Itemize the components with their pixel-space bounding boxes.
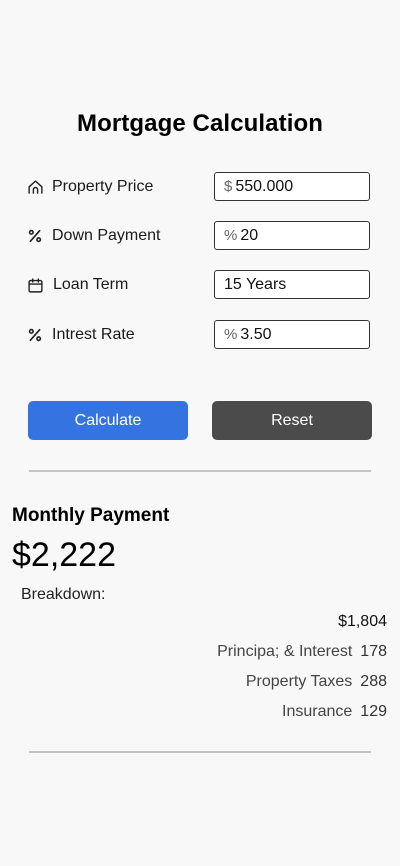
- down-payment-input[interactable]: % 20: [214, 221, 370, 250]
- calendar-icon: [26, 276, 44, 294]
- field-row-down-payment: Down Payment % 20: [0, 221, 400, 253]
- breakdown-label: Breakdown:: [21, 586, 106, 603]
- interest-rate-label: Intrest Rate: [52, 326, 135, 343]
- breakdown-item: Insurance 129: [282, 703, 387, 721]
- divider: [29, 751, 371, 753]
- home-icon: [26, 178, 44, 196]
- monthly-payment-label: Monthly Payment: [12, 505, 170, 526]
- breakdown-item-label: Principa; & Interest: [217, 643, 353, 660]
- calculate-button[interactable]: Calculate: [28, 401, 188, 440]
- property-price-input[interactable]: $ 550.000: [214, 172, 370, 201]
- down-payment-value: 20: [240, 226, 259, 244]
- page-title: Mortgage Calculation: [76, 110, 324, 137]
- percent-prefix: %: [224, 227, 238, 244]
- field-row-loan-term: Loan Term 15 Years: [0, 270, 400, 302]
- percent-prefix: %: [224, 326, 238, 343]
- loan-term-label: Loan Term: [53, 276, 129, 293]
- interest-rate-input[interactable]: % 3.50: [214, 320, 370, 349]
- breakdown-total: $1,804: [338, 613, 387, 630]
- field-row-property-price: Property Price $ 550.000: [0, 172, 400, 204]
- breakdown-item-value: 129: [360, 703, 387, 720]
- breakdown-item: Property Taxes 288: [246, 673, 387, 691]
- breakdown-item: Principa; & Interest 178: [217, 643, 387, 661]
- breakdown-item-label: Property Taxes: [245, 673, 353, 690]
- property-price-value: 550.000: [235, 177, 294, 195]
- reset-button[interactable]: Reset: [212, 401, 372, 440]
- property-price-label: Property Price: [52, 178, 154, 195]
- breakdown-item-value: 288: [360, 673, 387, 690]
- percent-icon: [26, 227, 44, 245]
- field-row-interest-rate: Intrest Rate % 3.50: [0, 320, 400, 352]
- breakdown-item-value: 178: [360, 643, 387, 660]
- dollar-prefix: $: [224, 178, 233, 195]
- loan-term-value: 15 Years: [224, 275, 287, 293]
- percent-icon: [26, 326, 44, 344]
- breakdown-item-label: Insurance: [282, 703, 353, 720]
- divider: [29, 470, 371, 472]
- monthly-payment-value: $2,222: [12, 536, 116, 574]
- interest-rate-value: 3.50: [240, 325, 272, 343]
- down-payment-label: Down Payment: [52, 227, 161, 244]
- loan-term-input[interactable]: 15 Years: [214, 270, 370, 299]
